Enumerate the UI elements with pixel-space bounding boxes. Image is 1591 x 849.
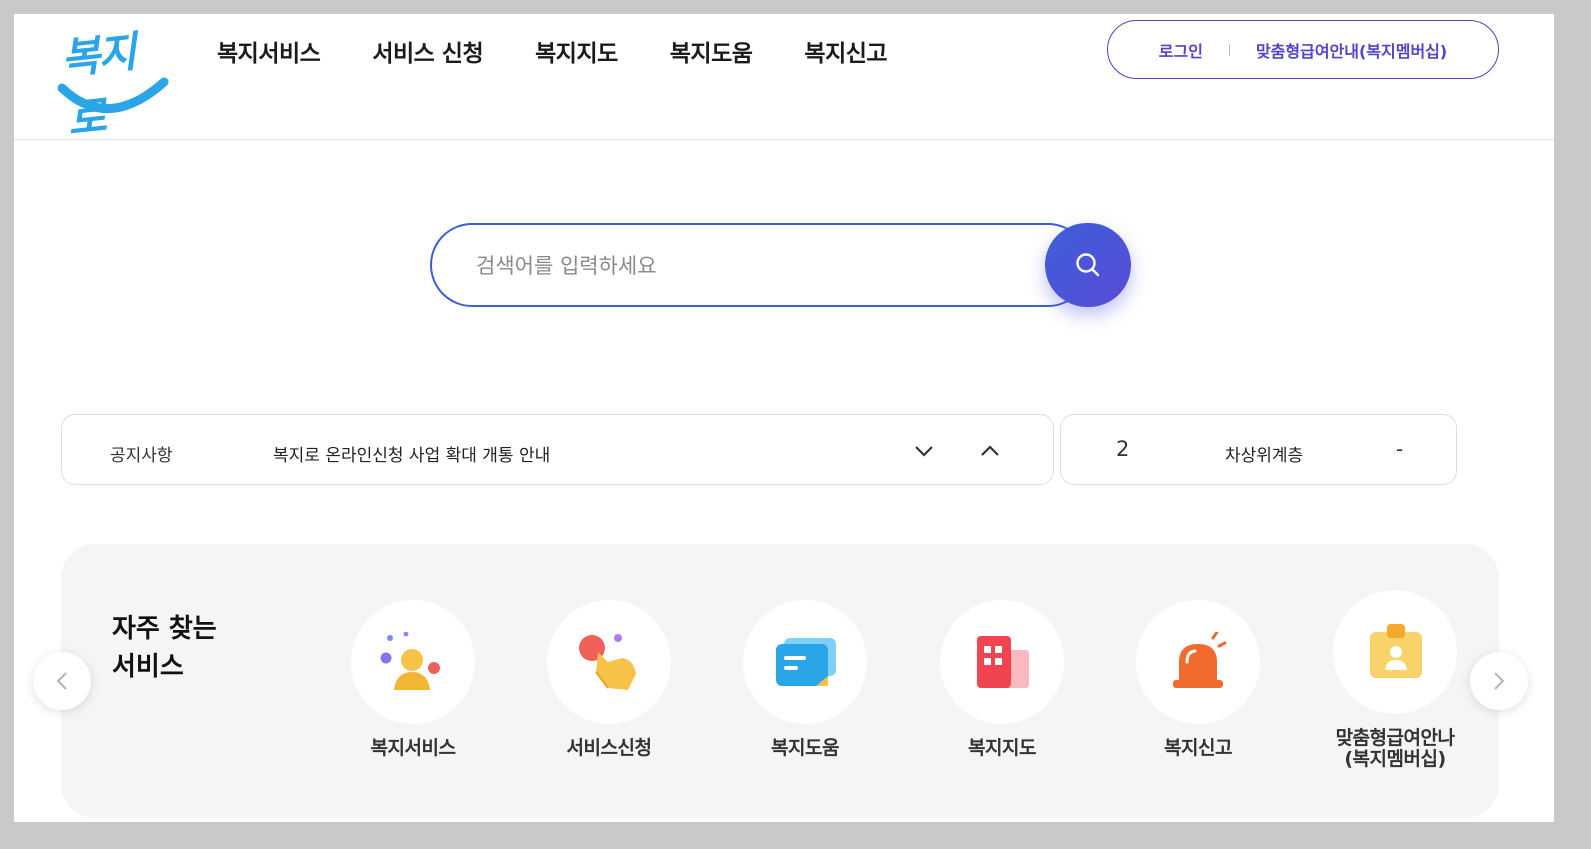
- service-report[interactable]: 복지신고: [1118, 600, 1278, 759]
- service-label: 맞춤형급여안나 (복지멤버십): [1315, 728, 1475, 770]
- frequent-services-title-line2: 서비스: [112, 652, 184, 682]
- service-membership[interactable]: 맞춤형급여안나 (복지멤버십): [1315, 590, 1475, 770]
- chevron-right-icon: [1494, 672, 1505, 690]
- util-divider: [1228, 43, 1230, 56]
- services-prev-button[interactable]: [33, 652, 91, 710]
- search-box: [430, 223, 1090, 307]
- notice-prev-button[interactable]: [976, 437, 1004, 465]
- siren-icon: [1173, 632, 1227, 688]
- id-badge-icon: [1370, 624, 1422, 678]
- chevron-up-icon: [981, 445, 999, 456]
- membership-link[interactable]: 맞춤형급여안내(복지멤버십): [1256, 38, 1447, 62]
- frequent-services-title: 자주 찾는 서비스: [112, 610, 262, 686]
- service-circle: [1333, 590, 1457, 714]
- nav-welfare-help[interactable]: 복지도움: [670, 34, 753, 68]
- nav-welfare-service[interactable]: 복지서비스: [217, 34, 321, 68]
- frequent-services-title-line1: 자주 찾는: [112, 614, 217, 644]
- service-label: 서비스신청: [566, 737, 652, 759]
- service-circle: [743, 600, 867, 724]
- service-circle: [547, 600, 671, 724]
- service-label: 복지서비스: [370, 737, 456, 759]
- logo-smile-icon: [58, 77, 169, 113]
- login-link[interactable]: 로그인: [1159, 38, 1203, 62]
- service-label: 복지지도: [968, 737, 1036, 759]
- services-next-button[interactable]: [1470, 652, 1528, 710]
- search-input[interactable]: [476, 247, 1036, 285]
- search-button[interactable]: [1045, 223, 1131, 307]
- ranking-label: 차상위계층: [1225, 446, 1304, 466]
- service-label-line2: (복지멤버십): [1344, 748, 1446, 770]
- service-map[interactable]: 복지지도: [922, 600, 1082, 759]
- service-circle: [1136, 600, 1260, 724]
- util-menu: 로그인 맞춤형급여안내(복지멤버십): [1107, 20, 1499, 79]
- frequent-services-panel: 자주 찾는 서비스 복지서비스 서비스신청 복지도움 복지지도 복지신고 맞춤형…: [61, 544, 1499, 818]
- service-help[interactable]: 복지도움: [725, 600, 885, 759]
- chevron-down-icon: [915, 446, 933, 457]
- ranking-box[interactable]: 2 차상위계층 -: [1060, 414, 1457, 485]
- page: 복지로 복지서비스 서비스 신청 복지지도 복지도움 복지신고 로그인 맞춤형급…: [14, 14, 1554, 822]
- ranking-number: 2: [1116, 437, 1130, 461]
- nav-welfare-report[interactable]: 복지신고: [804, 34, 887, 68]
- notice-next-button[interactable]: [910, 437, 938, 465]
- chat-card-icon: [776, 638, 836, 686]
- chevron-left-icon: [56, 672, 67, 690]
- notice-text[interactable]: 복지로 온라인신청 사업 확대 개통 안내: [273, 441, 550, 466]
- ranking-change: -: [1396, 437, 1404, 461]
- nav-service-apply[interactable]: 서비스 신청: [372, 34, 483, 68]
- hand-pointer-icon: [579, 634, 636, 690]
- service-welfare[interactable]: 복지서비스: [333, 600, 493, 759]
- service-circle: [940, 600, 1064, 724]
- service-label-line1: 맞춤형급여안나: [1335, 727, 1455, 749]
- search-area: [430, 223, 1131, 307]
- logo[interactable]: 복지로: [58, 18, 170, 144]
- search-icon: [1076, 253, 1100, 277]
- service-apply[interactable]: 서비스신청: [529, 600, 689, 759]
- people-icon: [380, 632, 440, 690]
- notice-bar: 공지사항 복지로 온라인신청 사업 확대 개통 안내: [61, 414, 1054, 485]
- nav-welfare-map[interactable]: 복지지도: [535, 34, 618, 68]
- service-label: 복지도움: [771, 737, 839, 759]
- main-nav: 복지서비스 서비스 신청 복지지도 복지도움 복지신고: [217, 34, 939, 68]
- header: 복지로 복지서비스 서비스 신청 복지지도 복지도움 복지신고 로그인 맞춤형급…: [14, 14, 1554, 144]
- notice-label: 공지사항: [110, 446, 173, 466]
- service-circle: [351, 600, 475, 724]
- building-map-icon: [977, 636, 1029, 688]
- service-label: 복지신고: [1164, 737, 1232, 759]
